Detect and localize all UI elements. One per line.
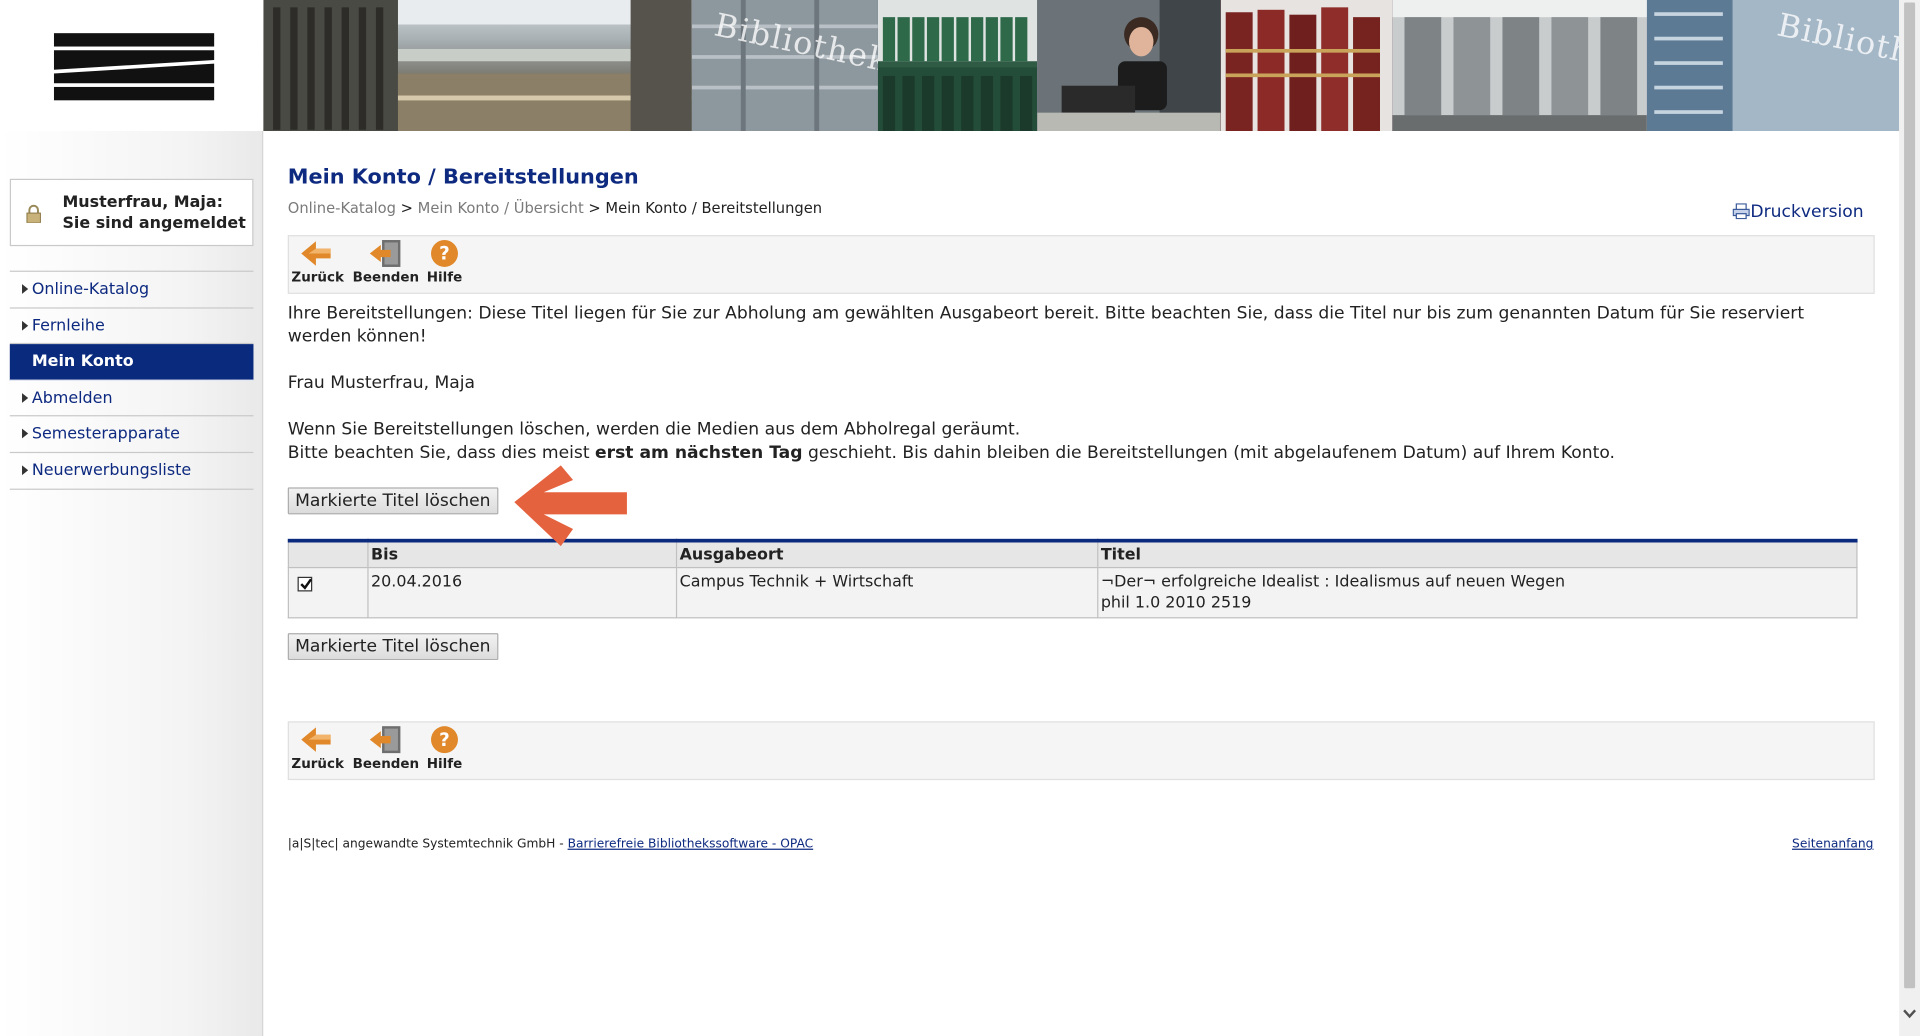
triangle-right-icon [22, 392, 29, 403]
title-cell: ¬Der¬ erfolgreiche Idealist : Idealismus… [1097, 566, 1858, 619]
note-line-1: Wenn Sie Bereitstellungen löschen, werde… [287, 420, 1021, 440]
print-version-label: Druckversion [1750, 202, 1864, 222]
until-cell: 20.04.2016 [367, 566, 678, 619]
toolbar-bottom: Zurück Beenden ? Hilfe [287, 721, 1875, 781]
sidebar-nav: Online-Katalog Fernleihe Mein Konto Abme… [9, 270, 254, 490]
vertical-scrollbar[interactable] [1899, 0, 1920, 1036]
toolbar-top: Zurück Beenden ? Hilfe [287, 235, 1875, 294]
arrow-left-icon [301, 241, 331, 266]
printer-icon [1732, 203, 1750, 220]
back-to-top-link[interactable]: Seitenanfang [1792, 838, 1873, 851]
breadcrumb-link-account-overview[interactable]: Mein Konto / Übersicht [418, 200, 584, 217]
breadcrumb-separator: > [396, 199, 418, 217]
sidebar-item-label: Fernleihe [31, 316, 105, 336]
svg-text:?: ? [439, 730, 450, 751]
sidebar-item-fernleihe[interactable]: Fernleihe [9, 308, 254, 345]
triangle-right-icon [22, 320, 29, 331]
select-cell [287, 566, 369, 619]
sidebar-item-label: Neuerwerbungsliste [31, 461, 192, 481]
sidebar-item-online-katalog[interactable]: Online-Katalog [9, 272, 254, 309]
checkmark-icon [300, 578, 313, 590]
exit-button[interactable]: Beenden [353, 725, 419, 771]
footer-credits: |a|S|tec| angewandte Systemtechnik GmbH … [288, 838, 813, 851]
exit-button[interactable]: Beenden [353, 239, 419, 285]
chevron-down-icon[interactable] [1903, 1007, 1917, 1020]
sidebar-item-label: Mein Konto [31, 352, 134, 372]
triangle-right-icon [22, 284, 29, 294]
help-question-icon: ? [431, 726, 458, 754]
sidebar-item-neuerwerbungsliste[interactable]: Neuerwerbungsliste [9, 453, 254, 490]
table-row: 20.04.2016 Campus Technik + Wirtschaft ¬… [287, 566, 1858, 619]
scrollbar-thumb[interactable] [1904, 2, 1916, 989]
sidebar-item-label: Semesterapparate [31, 425, 180, 444]
arrow-left-icon [301, 727, 331, 752]
delete-marked-button[interactable]: Markierte Titel löschen [287, 487, 498, 515]
help-question-icon: ? [431, 240, 458, 267]
triangle-right-icon [22, 429, 29, 439]
library-logo-icon [53, 33, 215, 101]
column-header-titel: Titel [1097, 540, 1858, 569]
item-signature: phil 1.0 2010 2519 [1100, 593, 1252, 613]
intro-text: Ihre Bereitstellungen: Diese Titel liege… [287, 303, 1805, 346]
sidebar-item-semesterapparate[interactable]: Semesterapparate [9, 417, 254, 454]
help-button[interactable]: ? Hilfe [426, 725, 463, 771]
footer-company: |a|S|tec| angewandte Systemtechnik GmbH … [287, 837, 568, 852]
print-version-link[interactable]: Druckversion [1732, 202, 1864, 222]
sidebar-item-label: Abmelden [31, 389, 113, 408]
sidebar-item-abmelden[interactable]: Abmelden [9, 381, 254, 417]
page: Bibliothek Biblioth Musterfrau, Maja: Si… [0, 0, 1920, 1036]
sidebar-item-label: Online-Katalog [31, 280, 150, 299]
svg-text:?: ? [439, 244, 450, 265]
reservations-table: Bis Ausgabeort Titel 20.04.2016 Campus T… [287, 538, 1858, 619]
location-cell: Campus Technik + Wirtschaft [675, 566, 1099, 619]
column-header-select [287, 540, 369, 569]
lock-icon [26, 204, 41, 223]
back-button[interactable]: Zurück [291, 239, 344, 285]
breadcrumb-current: Mein Konto / Bereitstellungen [605, 199, 823, 217]
back-button[interactable]: Zurück [291, 725, 344, 771]
exit-door-icon [369, 726, 401, 754]
user-name: Frau Musterfrau, Maja [287, 373, 476, 394]
column-header-ausgabeort: Ausgabeort [675, 540, 1099, 569]
logo[interactable] [0, 0, 264, 132]
note-line-2: Bitte beachten Sie, dass dies meist erst… [287, 443, 1615, 463]
exit-door-icon [369, 240, 401, 267]
arrow-left-annotation-icon [514, 465, 627, 547]
sidebar-item-mein-konto[interactable]: Mein Konto [9, 344, 254, 381]
breadcrumb: Online-Katalog > Mein Konto / Übersicht … [288, 200, 822, 217]
login-status-text: Musterfrau, Maja: Sie sind angemeldet [62, 193, 246, 233]
page-title: Mein Konto / Bereitstellungen [287, 165, 639, 190]
breadcrumb-separator: > [583, 199, 606, 217]
login-status-box: Musterfrau, Maja: Sie sind angemeldet [9, 178, 254, 247]
row-checkbox[interactable] [297, 576, 313, 592]
breadcrumb-link-catalog[interactable]: Online-Katalog [288, 200, 396, 217]
triangle-right-icon [22, 465, 29, 476]
delete-marked-button-bottom[interactable]: Markierte Titel löschen [287, 633, 498, 661]
footer-software-link[interactable]: Barrierefreie Bibliothekssoftware - OPAC [568, 838, 814, 851]
header-banner: Bibliothek Biblioth [263, 0, 1900, 132]
item-title: ¬Der¬ erfolgreiche Idealist : Idealismus… [1100, 573, 1566, 592]
help-button[interactable]: ? Hilfe [426, 239, 463, 285]
sidebar: Musterfrau, Maja: Sie sind angemeldet On… [0, 131, 264, 1036]
